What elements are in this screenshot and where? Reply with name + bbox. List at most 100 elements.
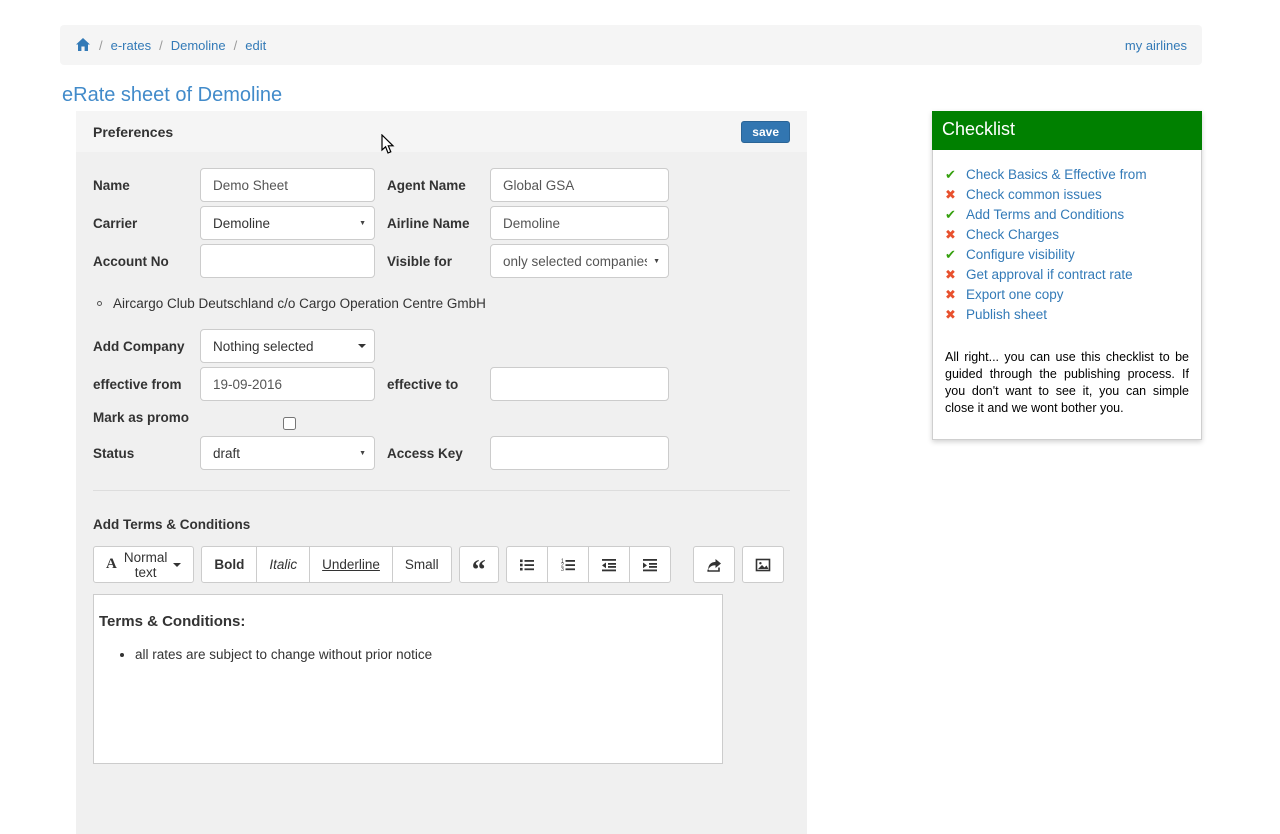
- carrier-select[interactable]: Demoline ▼: [200, 206, 375, 240]
- breadcrumb: / e-rates / Demoline / edit my airlines: [60, 25, 1202, 65]
- add-terms-section-label: Add Terms & Conditions: [93, 517, 251, 532]
- checklist-item: ✖ Check common issues: [945, 185, 1189, 205]
- caret-down-icon: [173, 562, 182, 567]
- preferences-header: Preferences save: [76, 111, 807, 152]
- name-input[interactable]: [200, 168, 375, 202]
- font-style-icon: A: [106, 556, 117, 572]
- checklist-item-link[interactable]: Get approval if contract rate: [966, 265, 1133, 285]
- account-no-input[interactable]: [200, 244, 375, 278]
- chevron-down-icon: ▼: [653, 257, 660, 265]
- add-company-dropdown[interactable]: Nothing selected: [200, 329, 375, 363]
- account-no-label: Account No: [93, 253, 169, 269]
- checklist-item: ✖ Get approval if contract rate: [945, 265, 1189, 285]
- breadcrumb-item-edit[interactable]: edit: [245, 38, 266, 53]
- cross-icon: ✖: [945, 227, 956, 242]
- effective-from-label: effective from: [93, 376, 182, 392]
- checklist-item-link[interactable]: Publish sheet: [966, 305, 1047, 325]
- checklist-item-link[interactable]: Check Charges: [966, 225, 1059, 245]
- cross-icon: ✖: [945, 187, 956, 202]
- cross-icon: ✖: [945, 307, 956, 322]
- terms-content-title: Terms & Conditions:: [99, 613, 246, 630]
- image-icon: [755, 558, 770, 571]
- selected-company-item: Aircargo Club Deutschland c/o Cargo Oper…: [97, 296, 790, 311]
- breadcrumb-separator: /: [233, 37, 238, 53]
- checklist-item-link[interactable]: Export one copy: [966, 285, 1064, 305]
- visible-for-selected-value: only selected companies: [503, 253, 648, 269]
- preferences-form: Name Agent Name Carrier Demoline ▼ Airli…: [76, 152, 807, 774]
- checklist-item-link[interactable]: Configure visibility: [966, 245, 1075, 265]
- check-icon: ✔: [945, 167, 956, 182]
- outdent-button[interactable]: [587, 546, 630, 583]
- add-company-label: Add Company: [93, 338, 185, 354]
- preferences-panel: Preferences save Name Agent Name Carrier…: [76, 111, 807, 834]
- blockquote-button[interactable]: “: [458, 546, 499, 584]
- checklist-item: ✖ Export one copy: [945, 285, 1189, 305]
- unordered-list-button[interactable]: [505, 546, 548, 583]
- terms-content-item: all rates are subject to change without …: [135, 646, 712, 664]
- breadcrumb-home-link[interactable]: [75, 37, 91, 53]
- editor-toolbar: A Normal text Bold Italic Underline Smal…: [93, 546, 790, 584]
- cross-icon: ✖: [945, 267, 956, 282]
- my-airlines-link[interactable]: my airlines: [1125, 38, 1187, 53]
- airline-name-label: Airline Name: [387, 215, 470, 231]
- cross-icon: ✖: [945, 287, 956, 302]
- svg-text:3: 3: [561, 566, 564, 572]
- ordered-list-button[interactable]: 1 2 3: [546, 546, 589, 583]
- status-selected-value: draft: [213, 445, 241, 461]
- effective-to-input[interactable]: [490, 367, 669, 401]
- checklist-panel: Checklist ✔ Check Basics & Effective from…: [932, 111, 1202, 440]
- chevron-down-icon: ▼: [359, 219, 366, 227]
- small-text-button[interactable]: Small: [391, 546, 452, 583]
- caret-down-icon: [358, 344, 366, 348]
- insert-image-button[interactable]: [741, 546, 784, 583]
- visible-for-select[interactable]: only selected companies ▼: [490, 244, 669, 278]
- check-icon: ✔: [945, 207, 956, 222]
- access-key-input[interactable]: [490, 436, 669, 470]
- agent-name-label: Agent Name: [387, 177, 466, 193]
- underline-button[interactable]: Underline: [309, 546, 393, 583]
- checklist-item: ✔ Add Terms and Conditions: [945, 205, 1189, 225]
- breadcrumb-separator: /: [99, 37, 103, 53]
- share-icon: [707, 558, 721, 572]
- circle-bullet-icon: [97, 301, 102, 306]
- mark-as-promo-checkbox[interactable]: [283, 417, 296, 430]
- bold-button[interactable]: Bold: [201, 546, 258, 583]
- text-style-value: Normal text: [123, 549, 168, 580]
- home-icon: [76, 38, 90, 51]
- italic-button[interactable]: Italic: [256, 546, 311, 583]
- effective-from-input[interactable]: [200, 367, 375, 401]
- chevron-down-icon: ▼: [359, 449, 366, 457]
- add-company-selected-value: Nothing selected: [213, 338, 314, 354]
- preferences-title: Preferences: [93, 123, 174, 140]
- checklist-item: ✔ Check Basics & Effective from: [945, 165, 1189, 185]
- breadcrumb-item-demoline[interactable]: Demoline: [171, 38, 226, 53]
- effective-to-label: effective to: [387, 376, 459, 392]
- agent-name-input[interactable]: [490, 168, 669, 202]
- save-button[interactable]: save: [741, 120, 790, 143]
- status-select[interactable]: draft ▼: [200, 436, 375, 470]
- name-label: Name: [93, 177, 130, 193]
- visible-for-label: Visible for: [387, 253, 453, 269]
- breadcrumb-item-erates[interactable]: e-rates: [111, 38, 151, 53]
- checklist-item-link[interactable]: Check Basics & Effective from: [966, 165, 1147, 185]
- access-key-label: Access Key: [387, 445, 463, 461]
- share-button[interactable]: [692, 546, 735, 583]
- page-title: eRate sheet of Demoline: [62, 84, 283, 106]
- unordered-list-icon: [519, 559, 534, 570]
- checklist-item: ✖ Check Charges: [945, 225, 1189, 245]
- checklist-note: All right... you can use this checklist …: [945, 350, 1189, 415]
- text-style-dropdown[interactable]: A Normal text: [93, 546, 195, 583]
- indent-button[interactable]: [628, 546, 671, 583]
- status-label: Status: [93, 445, 135, 461]
- checklist-items: ✔ Check Basics & Effective from ✖ Check com…: [933, 165, 1201, 325]
- checklist-item: ✔ Configure visibility: [945, 245, 1189, 265]
- terms-editor-area[interactable]: Terms & Conditions: all rates are subjec…: [93, 594, 723, 764]
- ordered-list-icon: 1 2 3: [561, 558, 575, 572]
- checklist-item: ✖ Publish sheet: [945, 305, 1189, 325]
- checklist-item-link[interactable]: Check common issues: [966, 185, 1102, 205]
- airline-name-input[interactable]: [490, 206, 669, 240]
- selected-company-name: Aircargo Club Deutschland c/o Cargo Oper…: [113, 296, 486, 311]
- section-divider: [93, 490, 790, 491]
- checklist-item-link[interactable]: Add Terms and Conditions: [966, 205, 1124, 225]
- carrier-label: Carrier: [93, 215, 138, 231]
